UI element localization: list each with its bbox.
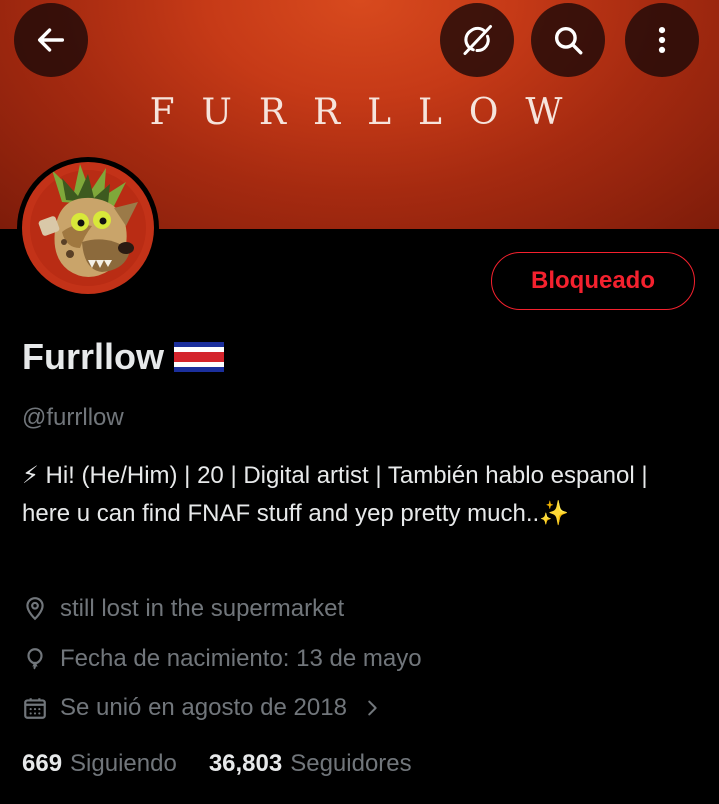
handle: @furrllow xyxy=(22,404,124,431)
back-button[interactable] xyxy=(14,3,88,77)
bio: ⚡ Hi! (He/Him) | 20 | Digital artist | T… xyxy=(22,462,648,527)
more-vertical-icon xyxy=(658,26,666,54)
following-count: 669 xyxy=(22,750,63,777)
search-icon xyxy=(554,26,583,55)
display-name: Furrllow xyxy=(22,336,164,377)
blocked-button[interactable]: Bloqueado xyxy=(491,252,695,310)
followers-stat[interactable]: 36,803 Seguidores xyxy=(209,750,412,778)
avatar[interactable] xyxy=(17,157,159,299)
joined-text: Se unió en agosto de 2018 xyxy=(60,694,347,721)
search-button[interactable] xyxy=(531,3,605,77)
location-pin-icon xyxy=(26,597,44,621)
following-label: Siguiendo xyxy=(70,750,177,777)
location-row: still lost in the supermarket xyxy=(22,595,344,623)
more-button[interactable] xyxy=(625,3,699,77)
stats-row: 669 Siguiendo 36,803 Seguidores xyxy=(22,750,412,778)
birthday-row: Fecha de nacimiento: 13 de mayo xyxy=(22,645,422,673)
grok-icon xyxy=(463,25,492,55)
costa-rica-flag-icon xyxy=(174,342,224,372)
followers-label: Seguidores xyxy=(290,750,412,777)
grok-button[interactable] xyxy=(440,3,514,77)
arrow-left-icon xyxy=(37,28,65,52)
banner-text: FURRLLOW xyxy=(149,92,590,133)
followers-count: 36,803 xyxy=(208,750,283,777)
location-text: still lost in the supermarket xyxy=(60,595,345,622)
birthday-text: Fecha de nacimiento: 13 de mayo xyxy=(60,645,422,672)
name-row: Furrllow xyxy=(22,336,224,378)
calendar-icon xyxy=(24,698,46,719)
balloon-icon xyxy=(27,648,43,670)
joined-row[interactable]: Se unió en agosto de 2018 xyxy=(22,694,383,722)
avatar-image xyxy=(22,162,154,294)
chevron-right-icon xyxy=(368,700,377,716)
following-stat[interactable]: 669 Siguiendo xyxy=(22,750,177,778)
